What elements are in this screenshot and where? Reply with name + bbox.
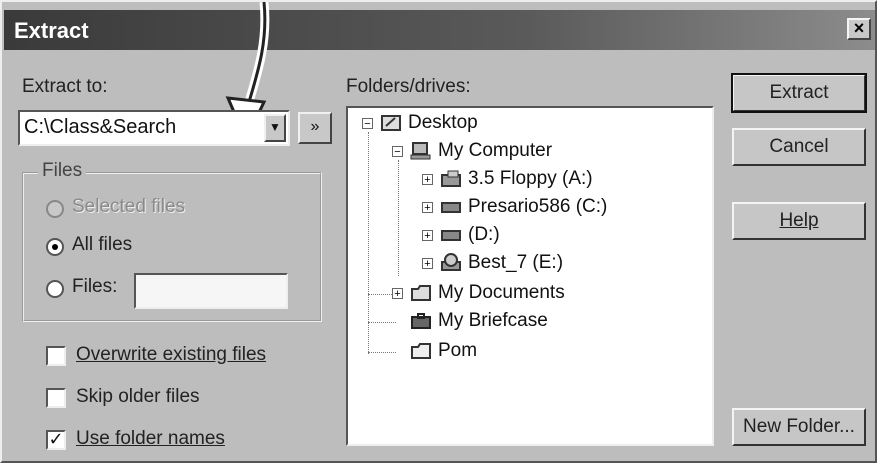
folder-icon: [411, 342, 431, 359]
extract-to-label: Extract to:: [22, 76, 108, 97]
overwrite-checkbox[interactable]: [46, 346, 66, 366]
tree-item-label: My Computer: [438, 140, 553, 161]
extract-button[interactable]: Extract: [731, 73, 867, 113]
use-folder-names-label[interactable]: Use folder names: [76, 428, 225, 450]
tree-item-best7-e[interactable]: Best_7 (E:): [440, 250, 563, 276]
tree-item-label: Pom: [438, 340, 478, 361]
folders-tree[interactable]: − − + + + + + Desktop My Computer 3.5 Fl…: [346, 106, 714, 446]
desktop-icon: [381, 114, 401, 131]
extract-dialog: Extract × Extract to: C:\Class&Search ▼ …: [0, 0, 877, 463]
tree-item-label: My Briefcase: [438, 310, 548, 331]
expand-icon[interactable]: +: [422, 202, 433, 214]
tree-item-my-briefcase[interactable]: My Briefcase: [410, 308, 548, 334]
new-folder-button[interactable]: New Folder...: [732, 408, 866, 446]
tree-item-pom[interactable]: Pom: [410, 338, 477, 364]
computer-icon: [410, 141, 431, 160]
tree-item-desktop[interactable]: Desktop: [380, 110, 478, 136]
collapse-icon[interactable]: −: [392, 146, 403, 158]
selected-files-radio: [46, 200, 64, 218]
help-button[interactable]: Help: [732, 202, 866, 240]
all-files-label[interactable]: All files: [72, 234, 132, 256]
extract-to-combobox[interactable]: C:\Class&Search ▼: [18, 110, 290, 146]
expand-icon[interactable]: +: [422, 174, 433, 186]
expand-icon[interactable]: +: [422, 230, 433, 242]
files-input[interactable]: [134, 273, 288, 309]
floppy-icon: [441, 170, 461, 187]
dropdown-arrow-icon[interactable]: ▼: [264, 114, 286, 142]
tree-item-label: My Documents: [438, 282, 565, 303]
files-radio[interactable]: [46, 280, 64, 298]
folder-icon: [411, 284, 431, 301]
files-label[interactable]: Files:: [72, 276, 117, 298]
skip-older-label[interactable]: Skip older files: [76, 386, 200, 408]
expand-icon[interactable]: +: [422, 258, 433, 270]
tree-item-my-computer[interactable]: My Computer: [410, 138, 552, 164]
tree-item-d-drive[interactable]: (D:): [440, 222, 500, 248]
use-folder-names-checkbox[interactable]: ✓: [46, 430, 66, 450]
extract-to-value: C:\Class&Search: [24, 116, 177, 138]
tree-item-my-documents[interactable]: My Documents: [410, 280, 565, 306]
files-group-legend: Files: [38, 160, 87, 182]
all-files-radio[interactable]: [46, 238, 64, 256]
tree-item-label: Desktop: [408, 112, 478, 133]
tree-item-label: Best_7 (E:): [468, 252, 564, 273]
collapse-icon[interactable]: −: [362, 118, 373, 130]
expand-icon[interactable]: +: [392, 288, 403, 300]
tree-line: [398, 160, 399, 276]
tree-item-label: (D:): [468, 224, 500, 245]
tree-line: [368, 132, 369, 354]
tree-line: [368, 352, 396, 353]
cdrom-icon: [441, 252, 461, 271]
tree-item-label: 3.5 Floppy (A:): [468, 168, 593, 189]
skip-older-checkbox[interactable]: [46, 388, 66, 408]
tree-line: [368, 322, 396, 323]
tree-item-floppy[interactable]: 3.5 Floppy (A:): [440, 166, 593, 192]
cancel-button[interactable]: Cancel: [732, 128, 866, 166]
harddrive-icon: [441, 201, 461, 213]
close-button[interactable]: ×: [847, 18, 871, 40]
more-button[interactable]: »: [298, 112, 332, 144]
title-bar: Extract ×: [4, 10, 875, 50]
folders-drives-label: Folders/drives:: [346, 76, 471, 97]
tree-item-label: Presario586 (C:): [468, 196, 608, 217]
overwrite-label[interactable]: Overwrite existing files: [76, 344, 266, 366]
briefcase-icon: [411, 312, 431, 329]
harddrive-icon: [441, 229, 461, 241]
tree-item-presario-c[interactable]: Presario586 (C:): [440, 194, 607, 220]
selected-files-label: Selected files: [72, 196, 186, 217]
window-title: Extract: [14, 18, 89, 43]
